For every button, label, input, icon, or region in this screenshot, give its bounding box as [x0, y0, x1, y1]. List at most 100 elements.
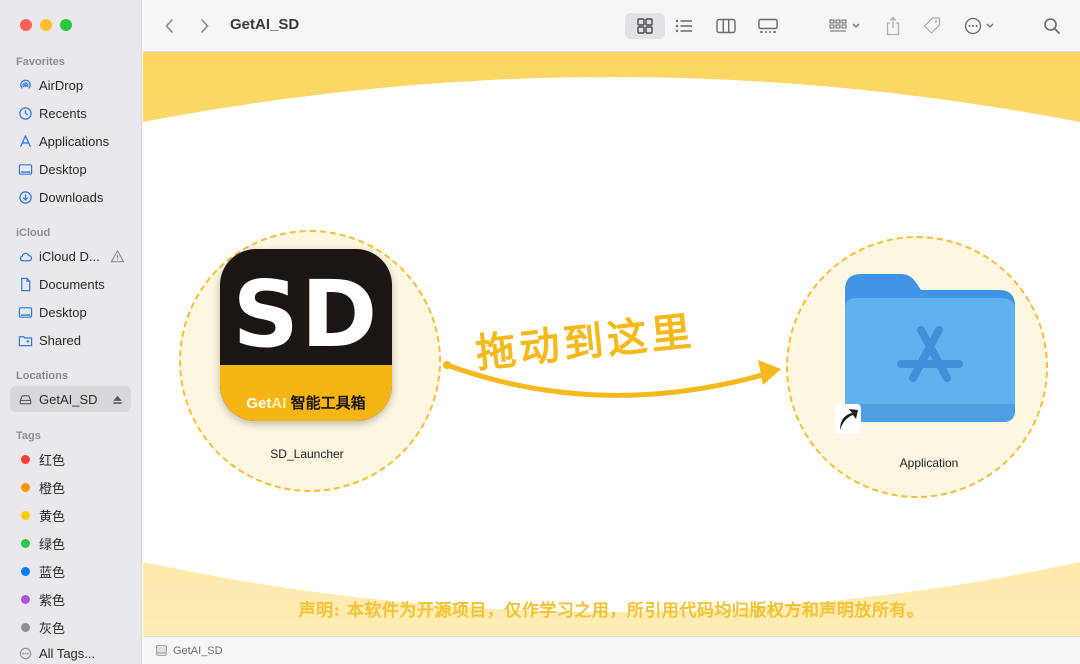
disk-image-icon — [156, 645, 167, 656]
toolbar: GetAI_SD — [143, 0, 1080, 52]
tag-color-dot — [21, 566, 30, 576]
sidebar-item-airdrop[interactable]: AirDrop — [10, 72, 131, 98]
sidebar-item-label: Downloads — [39, 189, 104, 205]
chevron-left-icon — [165, 19, 173, 33]
desktop-icon — [18, 305, 33, 320]
sidebar-item-label: Shared — [39, 332, 81, 348]
sidebar-item-label: AirDrop — [39, 77, 84, 93]
sidebar-item-label: Recents — [39, 105, 87, 121]
applications-folder-icon[interactable] — [839, 270, 1019, 430]
sidebar-item-label: 蓝色 — [39, 564, 66, 580]
search-button[interactable] — [1039, 13, 1065, 39]
sidebar-tag-green[interactable]: 绿色 — [10, 530, 131, 556]
sidebar-item-label: 红色 — [39, 452, 66, 468]
sidebar-item-label: 灰色 — [39, 620, 66, 636]
eject-icon[interactable] — [110, 392, 125, 407]
sidebar-item-all-tags[interactable]: All Tags... — [10, 640, 131, 664]
sidebar-item-icloud-drive[interactable]: iCloud D... — [10, 243, 131, 269]
path-bar-item[interactable]: GetAI_SD — [173, 645, 223, 657]
more-actions-button[interactable] — [961, 13, 1001, 39]
window-title: GetAI_SD — [230, 16, 300, 33]
tag-color-dot — [21, 594, 30, 604]
sidebar-item-label: All Tags... — [39, 645, 96, 661]
sidebar-tag-gray[interactable]: 灰色 — [10, 614, 131, 640]
sidebar-item-shared[interactable]: Shared — [10, 327, 131, 353]
sidebar-tag-blue[interactable]: 蓝色 — [10, 558, 131, 584]
gallery-icon — [758, 18, 778, 33]
desktop-icon — [18, 162, 33, 177]
sidebar-item-recents[interactable]: Recents — [10, 100, 131, 126]
icon-view-button[interactable] — [625, 13, 665, 39]
tag-color-dot — [21, 538, 30, 548]
application-folder-label[interactable]: Application — [849, 456, 1009, 470]
sidebar-tag-purple[interactable]: 紫色 — [10, 586, 131, 612]
shared-folder-icon — [18, 333, 33, 348]
tags-button[interactable] — [919, 13, 945, 39]
brand-get: Get — [246, 395, 272, 412]
disclaimer-text: 声明: 本软件为开源项目，仅作学习之用，所引用代码均归版权方和声明放所有。 — [298, 601, 925, 621]
close-window-button[interactable] — [20, 19, 32, 31]
sidebar-item-label: 橙色 — [39, 480, 66, 496]
column-view-button[interactable] — [711, 13, 741, 39]
tag-icon — [923, 17, 941, 34]
sidebar-item-downloads[interactable]: Downloads — [10, 184, 131, 210]
airdrop-icon — [18, 78, 33, 93]
tag-color-dot — [21, 482, 30, 492]
group-by-button[interactable] — [825, 13, 865, 39]
tag-color-dot — [21, 454, 30, 464]
cloud-icon — [18, 249, 33, 264]
warning-icon — [110, 249, 125, 264]
icon-sd-text: SD — [232, 261, 380, 368]
sd-launcher-label[interactable]: SD_Launcher — [227, 447, 387, 461]
chevron-right-icon — [201, 19, 209, 33]
document-icon — [18, 277, 33, 292]
sidebar-item-label: Desktop — [39, 304, 87, 320]
all-tags-icon — [18, 646, 33, 661]
sidebar-tag-red[interactable]: 红色 — [10, 446, 131, 472]
share-icon — [886, 16, 900, 36]
sidebar-item-getai-sd[interactable]: GetAI_SD — [10, 386, 131, 412]
icon-brand-text: GetAI 智能工具箱 — [220, 392, 392, 413]
alias-arrow-icon — [835, 404, 861, 434]
list-view-button[interactable] — [669, 13, 699, 39]
favorites-section-title: Favorites — [16, 56, 65, 68]
sidebar-item-label: Applications — [39, 133, 110, 149]
tag-color-dot — [21, 622, 30, 632]
dmg-background: 拖动到这里 SD GetAI 智能工具箱 SD_Launcher Applica… — [143, 52, 1080, 636]
sidebar-item-label: 黄色 — [39, 508, 66, 524]
sidebar-item-icloud-desktop[interactable]: Desktop — [10, 299, 131, 325]
back-button[interactable] — [159, 13, 181, 39]
sidebar: Favorites AirDrop Recents Applications D… — [0, 0, 142, 664]
forward-button[interactable] — [193, 13, 215, 39]
path-bar: GetAI_SD — [143, 636, 1080, 664]
grid-icon — [637, 18, 653, 34]
sidebar-item-label: Desktop — [39, 161, 87, 177]
icloud-section-title: iCloud — [16, 227, 51, 239]
locations-section-title: Locations — [16, 370, 68, 382]
sidebar-item-label: Documents — [39, 276, 105, 292]
sidebar-item-desktop[interactable]: Desktop — [10, 156, 131, 182]
search-icon — [1044, 18, 1060, 34]
list-icon — [675, 19, 692, 33]
ellipsis-circle-icon — [964, 17, 994, 35]
share-button[interactable] — [881, 13, 905, 39]
sidebar-tag-yellow[interactable]: 黄色 — [10, 502, 131, 528]
sidebar-tag-orange[interactable]: 橙色 — [10, 474, 131, 500]
sidebar-item-label: 绿色 — [39, 536, 66, 552]
sidebar-item-label: iCloud D... — [39, 248, 100, 264]
clock-icon — [18, 106, 33, 121]
tags-section-title: Tags — [16, 430, 41, 442]
tag-color-dot — [21, 510, 30, 520]
sd-launcher-app-icon[interactable]: SD GetAI 智能工具箱 — [220, 249, 392, 421]
gallery-view-button[interactable] — [753, 13, 783, 39]
sidebar-item-label: 紫色 — [39, 592, 66, 608]
brand-cn: 智能工具箱 — [290, 395, 366, 412]
sidebar-item-applications[interactable]: Applications — [10, 128, 131, 154]
columns-icon — [716, 18, 736, 34]
minimize-window-button[interactable] — [40, 19, 52, 31]
zoom-window-button[interactable] — [60, 19, 72, 31]
disk-icon — [18, 392, 33, 407]
sidebar-item-label: GetAI_SD — [39, 391, 98, 407]
sidebar-item-documents[interactable]: Documents — [10, 271, 131, 297]
downloads-icon — [18, 190, 33, 205]
